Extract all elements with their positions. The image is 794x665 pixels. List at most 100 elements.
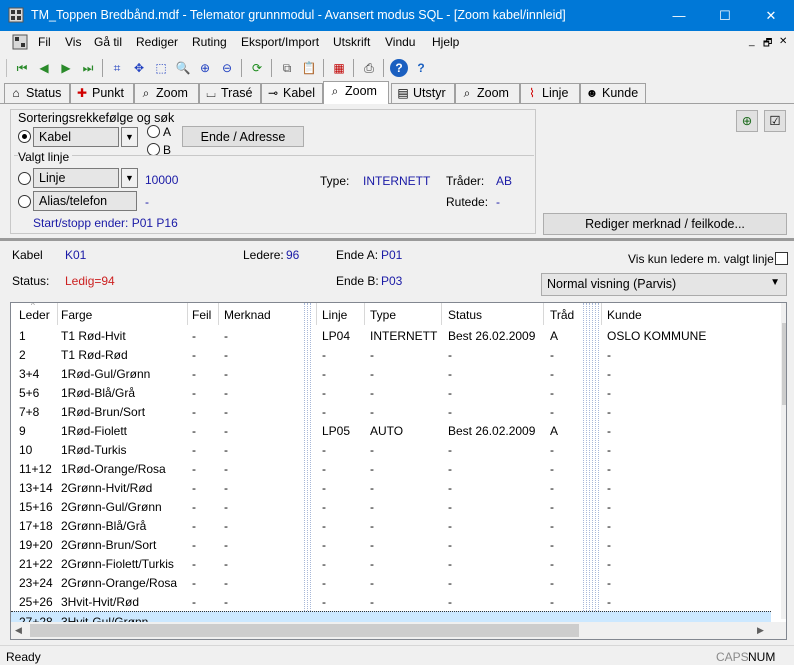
globe-icon[interactable]: ⊕ [736,110,758,132]
prev-record-icon[interactable]: ◀ [35,59,53,77]
maximize-button[interactable]: ☐ [702,0,748,31]
cell-kunde: - [607,462,611,476]
visning-select[interactable]: Normal visning (Parvis) ▼ [541,273,787,296]
table-row[interactable]: 21+22 2Grønn-Fiolett/Turkis - - - - - - - [11,554,771,573]
table-row[interactable]: 9 1Rød-Fiolett - - LP05 AUTO Best 26.02.2009 A - [11,421,771,440]
tab-kabel[interactable]: ⊸ Kabel [261,83,323,103]
close-button[interactable]: ✕ [748,0,794,31]
table-row[interactable]: 19+20 2Grønn-Brun/Sort - - - - - - - [11,535,771,554]
table-row[interactable]: 11+12 1Rød-Orange/Rosa - - - - - - - [11,459,771,478]
radio-a[interactable] [147,125,160,138]
tab-zoom-utstyr[interactable]: ⌕ Zoom [455,83,520,103]
scroll-down-icon[interactable]: ▼ [785,606,786,616]
ende-adresse-button[interactable]: Ende / Adresse [182,126,304,147]
kabel-combo[interactable]: Kabel [33,127,119,147]
vertical-scrollbar[interactable]: ▲ ▼ [781,303,786,619]
tab-trase[interactable]: ⌴ Trasé [199,83,261,103]
menu-vindu[interactable]: Vindu [385,35,415,49]
col-feil[interactable]: Feil [192,303,211,325]
menu-utskrift[interactable]: Utskrift [333,35,370,49]
horizontal-scrollbar[interactable]: ◀ ▶ [11,622,771,639]
tab-linje[interactable]: ⌇ Linje [520,83,580,103]
radio-alias[interactable] [18,195,31,208]
tab-zoom-punkt[interactable]: ⌕ Zoom [134,83,199,103]
col-trad[interactable]: Tråd [550,303,574,325]
zoom-icon[interactable]: 🔍 [174,59,192,77]
paste-icon[interactable]: 📋 [300,59,318,77]
radio-kabel[interactable] [18,130,31,143]
table-row[interactable]: 2 T1 Rød-Rød - - - - - - - [11,345,771,364]
rutede-label: Rutede: [446,195,489,209]
mdi-close-button[interactable]: ✕ [779,36,787,47]
vis-kun-checkbox[interactable] [775,252,788,265]
tab-status[interactable]: ⌂ Status [4,83,70,103]
alias-field[interactable]: Alias/telefon [33,191,137,211]
menu-vis[interactable]: Vis [65,35,81,49]
tab-utstyr[interactable]: ▤ Utstyr [391,83,455,103]
menu-hjelp[interactable]: Hjelp [432,35,459,49]
last-record-icon[interactable]: ⏭ [79,59,97,77]
cell-feil: - [192,329,196,343]
cell-status: Best 26.02.2009 [448,329,536,343]
mdi-restore-button[interactable]: 🗗 [763,36,772,53]
calculator-icon[interactable]: ▦ [330,59,348,77]
menu-ga-til[interactable]: Gå til [94,35,122,49]
cell-leder: 23+24 [19,576,53,590]
cell-feil: - [192,348,196,362]
menu-fil[interactable]: Fil [38,35,51,49]
table-row[interactable]: 15+16 2Grønn-Gul/Grønn - - - - - - - [11,497,771,516]
col-farge[interactable]: Farge [61,303,92,325]
move-icon[interactable]: ✥ [130,59,148,77]
rediger-merknad-button[interactable]: Rediger merknad / feilkode... [543,213,787,235]
menu-eksport-import[interactable]: Eksport/Import [241,35,319,49]
help-icon[interactable]: ? [390,59,408,77]
col-type[interactable]: Type [370,303,396,325]
next-record-icon[interactable]: ▶ [57,59,75,77]
clipboard-icon[interactable]: ☑ [764,110,786,132]
context-help-icon[interactable]: ? [412,59,430,77]
mdi-minimize-button[interactable]: _ [749,36,755,47]
table-row[interactable]: 23+24 2Grønn-Orange/Rosa - - - - - - - [11,573,771,592]
col-linje[interactable]: Linje [322,303,347,325]
col-kunde[interactable]: Kunde [607,303,642,325]
table-row[interactable]: 7+8 1Rød-Brun/Sort - - - - - - - [11,402,771,421]
horizontal-scroll-thumb[interactable] [30,624,579,637]
col-status[interactable]: Status [448,303,482,325]
menu-ruting[interactable]: Ruting [192,35,227,49]
linje-combo[interactable]: Linje [33,168,119,188]
cell-linje: LP04 [322,329,351,343]
trader-label: Tråder: [446,174,485,188]
first-record-icon[interactable]: ⏮ [13,59,31,77]
table-row[interactable]: 3+4 1Rød-Gul/Grønn - - - - - - - [11,364,771,383]
radio-linje[interactable] [18,172,31,185]
table-row[interactable]: 13+14 2Grønn-Hvit/Rød - - - - - - - [11,478,771,497]
col-merknad[interactable]: Merknad [224,303,271,325]
table-row[interactable]: 17+18 2Grønn-Blå/Grå - - - - - - - [11,516,771,535]
scroll-up-icon[interactable]: ▲ [785,307,786,317]
refresh-icon[interactable]: ⟳ [248,59,266,77]
vertical-scroll-thumb[interactable] [782,323,786,405]
tab-zoom-kabel[interactable]: ⌕ Zoom [323,81,389,104]
minimize-button[interactable]: — [656,0,702,31]
tab-punkt[interactable]: ✚ Punkt [70,83,134,103]
splitter[interactable] [0,238,794,241]
zoom-in-icon[interactable]: ⊕ [196,59,214,77]
table-row[interactable]: 25+26 3Hvit-Hvit/Rød - - - - - - - [11,592,771,611]
table-row[interactable]: 10 1Rød-Turkis - - - - - - - [11,440,771,459]
kabel-dropdown-button[interactable]: ▼ [121,127,138,147]
leder-table[interactable]: Leder ^ Farge Feil Merknad Linje Type St… [10,302,787,640]
table-row[interactable]: 5+6 1Rød-Blå/Grå - - - - - - - [11,383,771,402]
tab-kunde[interactable]: ☻ Kunde [580,83,646,103]
menu-rediger[interactable]: Rediger [136,35,178,49]
zoom-out-icon[interactable]: ⊖ [218,59,236,77]
print-icon[interactable]: ⎙ [360,59,378,77]
select-icon[interactable]: ⌗ [108,59,126,77]
document-icon[interactable] [12,34,28,50]
table-row[interactable]: 1 T1 Rød-Hvit - - LP04 INTERNETT Best 26.02.20… [11,326,771,345]
scroll-left-icon[interactable]: ◀ [15,625,22,636]
scroll-right-icon[interactable]: ▶ [757,625,764,636]
copy-icon[interactable]: ⧉ [278,59,296,77]
cell-merknad: - [224,329,228,343]
linje-dropdown-button[interactable]: ▼ [121,168,138,188]
zoom-area-icon[interactable]: ⬚ [152,59,170,77]
